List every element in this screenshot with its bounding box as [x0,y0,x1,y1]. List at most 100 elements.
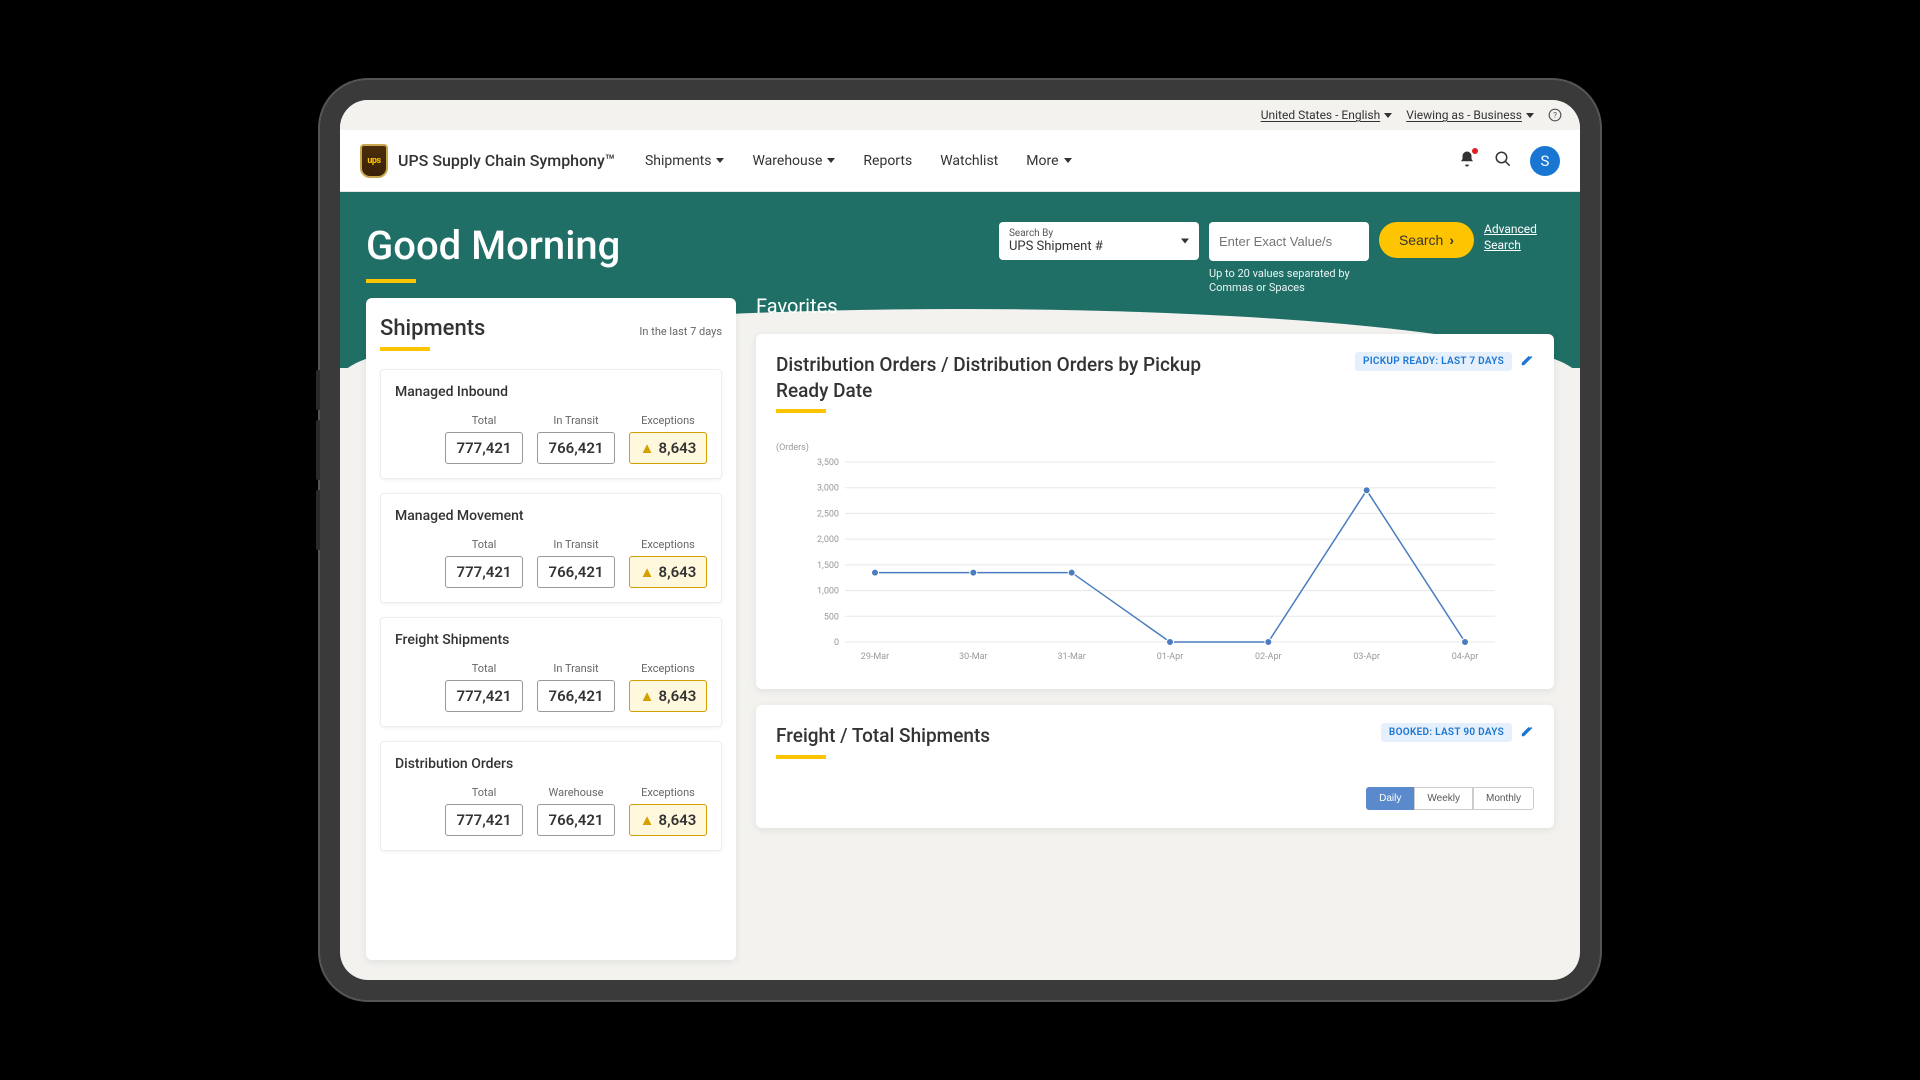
col-value-exceptions[interactable]: ▲8,643 [629,680,707,712]
edit-chart-button[interactable] [1520,723,1534,742]
help-button[interactable]: ? [1548,108,1562,122]
svg-text:02-Apr: 02-Apr [1255,652,1282,662]
toggle-daily[interactable]: Daily [1366,787,1414,810]
toggle-weekly[interactable]: Weekly [1414,787,1473,810]
svg-text:04-Apr: 04-Apr [1452,652,1479,662]
underline-accent [380,347,430,351]
col-value-total[interactable]: 777,421 [445,432,523,464]
svg-text:2,500: 2,500 [817,510,839,520]
col-value-mid[interactable]: 766,421 [537,556,615,588]
shipments-title: Shipments [380,316,485,341]
shipment-group-title: Distribution Orders [395,756,707,772]
edit-chart-button[interactable] [1520,352,1534,371]
search-value-input[interactable] [1209,222,1369,261]
col-value-total[interactable]: 777,421 [445,556,523,588]
edit-icon [1520,724,1534,738]
svg-text:3,000: 3,000 [817,484,839,494]
chart-title: Distribution Orders / Distribution Order… [776,352,1236,403]
col-value-total[interactable]: 777,421 [445,680,523,712]
main-header: ups UPS Supply Chain Symphony™ Shipments… [340,130,1580,192]
viewing-as-label: Viewing as - Business [1406,108,1522,122]
device-button [316,370,320,410]
chart-card-distribution-orders: Distribution Orders / Distribution Order… [756,334,1554,689]
nav-more[interactable]: More [1026,153,1071,169]
user-avatar[interactable]: S [1530,146,1560,176]
right-column: Favorites Distribution Orders / Distribu… [756,298,1554,960]
svg-text:0: 0 [834,638,839,648]
col-label-mid: In Transit [537,414,615,427]
col-label-total: Total [445,786,523,799]
screen: United States - English Viewing as - Bus… [340,100,1580,980]
left-column: Shipments In the last 7 days Managed Inb… [366,298,736,960]
warning-icon: ▲ [640,563,655,581]
arrow-right-icon: › [1449,232,1454,248]
advanced-search-link[interactable]: Advanced Search [1484,222,1554,253]
col-value-mid[interactable]: 766,421 [537,432,615,464]
locale-label: United States - English [1261,108,1381,122]
device-button [316,490,320,550]
col-value-mid[interactable]: 766,421 [537,804,615,836]
search-by-dropdown[interactable]: Search By UPS Shipment # [999,222,1199,260]
nav-shipments[interactable]: Shipments [645,153,725,169]
edit-icon [1520,353,1534,367]
chevron-down-icon [1064,158,1072,163]
search-by-value: UPS Shipment # [1009,239,1189,254]
search-icon [1494,150,1512,168]
utility-bar: United States - English Viewing as - Bus… [340,100,1580,130]
logo[interactable]: ups UPS Supply Chain Symphony™ [360,144,615,178]
col-value-exceptions[interactable]: ▲8,643 [629,556,707,588]
svg-text:1,500: 1,500 [817,561,839,571]
search-by-label: Search By [1009,228,1189,239]
chart-y-label: (Orders) [776,443,1534,453]
toggle-monthly[interactable]: Monthly [1473,787,1534,810]
nav-watchlist[interactable]: Watchlist [940,153,998,169]
svg-text:29-Mar: 29-Mar [861,652,889,662]
chevron-down-icon [1384,113,1392,118]
col-label-mid: Warehouse [537,786,615,799]
col-label-mid: In Transit [537,662,615,675]
col-label-total: Total [445,414,523,427]
col-label-total: Total [445,662,523,675]
viewing-as-selector[interactable]: Viewing as - Business [1406,108,1534,122]
ups-shield-icon: ups [360,144,388,178]
shipment-group-title: Managed Movement [395,508,707,524]
nav-warehouse[interactable]: Warehouse [752,153,835,169]
header-search-button[interactable] [1494,150,1512,172]
col-value-mid[interactable]: 766,421 [537,680,615,712]
underline-accent [776,755,826,759]
line-chart: 05001,0001,5002,0002,5003,0003,50029-Mar… [776,457,1534,667]
svg-text:30-Mar: 30-Mar [959,652,987,662]
warning-icon: ▲ [640,687,655,705]
svg-text:03-Apr: 03-Apr [1353,652,1380,662]
svg-text:01-Apr: 01-Apr [1157,652,1184,662]
chart-card-freight-total: Freight / Total Shipments BOOKED: LAST 9… [756,705,1554,828]
warning-icon: ▲ [640,439,655,457]
notifications-button[interactable] [1458,150,1476,172]
col-value-exceptions[interactable]: ▲8,643 [629,432,707,464]
svg-text:1,000: 1,000 [817,587,839,597]
app-title: UPS Supply Chain Symphony™ [398,151,615,170]
shipment-group: Distribution Orders Total 777,421 Wareho… [380,741,722,851]
svg-text:31-Mar: 31-Mar [1057,652,1085,662]
chart-period-toggle: Daily Weekly Monthly [776,787,1534,810]
favorites-title: Favorites [756,298,1554,318]
warning-icon: ▲ [640,811,655,829]
svg-text:?: ? [1553,110,1557,120]
shipments-subtitle: In the last 7 days [639,325,722,338]
shipment-group-title: Freight Shipments [395,632,707,648]
col-value-exceptions[interactable]: ▲8,643 [629,804,707,836]
nav-reports[interactable]: Reports [863,153,912,169]
chart-filter-badge: BOOKED: LAST 90 DAYS [1381,723,1512,742]
device-button [316,420,320,480]
dashboard-grid: Shipments In the last 7 days Managed Inb… [340,298,1580,980]
main-nav: Shipments Warehouse Reports Watchlist Mo… [645,153,1072,169]
col-value-total[interactable]: 777,421 [445,804,523,836]
shipment-group: Managed Movement Total 777,421 In Transi… [380,493,722,603]
svg-text:2,000: 2,000 [817,535,839,545]
search-hint: Up to 20 values separated by Commas or S… [1209,267,1369,296]
locale-selector[interactable]: United States - English [1261,108,1393,122]
svg-text:3,500: 3,500 [817,458,839,468]
search-button[interactable]: Search › [1379,222,1474,258]
shipments-card: Shipments In the last 7 days Managed Inb… [366,298,736,960]
chevron-down-icon [716,158,724,163]
